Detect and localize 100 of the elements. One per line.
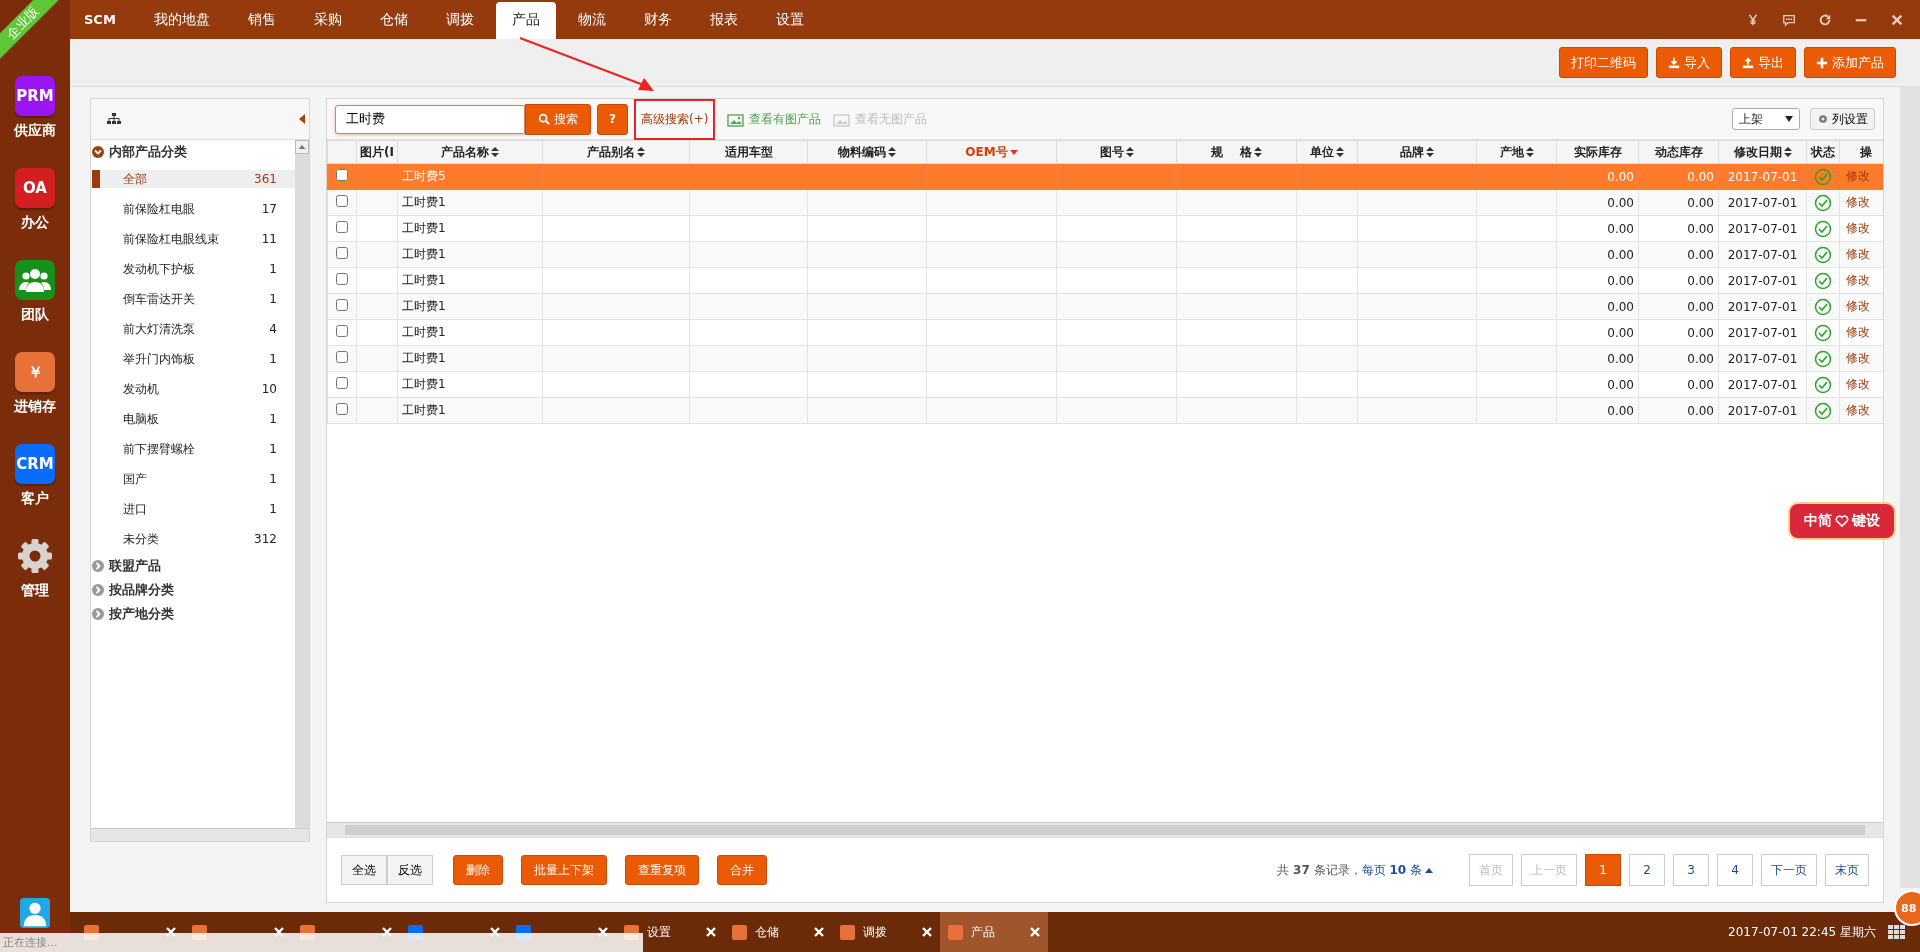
row-checkbox[interactable] — [336, 273, 348, 285]
shelf-select[interactable]: 上架 — [1732, 108, 1800, 130]
row-checkbox[interactable] — [336, 377, 348, 389]
promo-badge[interactable]: 中简 键设 — [1788, 502, 1896, 540]
refresh-icon[interactable] — [1818, 12, 1832, 27]
column-header[interactable]: OEM号 — [926, 140, 1057, 164]
category-item[interactable]: 电脑板 1 — [92, 404, 295, 434]
nav-tab[interactable]: 物流 — [561, 2, 622, 39]
toolbar-button[interactable]: 打印二维码 — [1559, 47, 1648, 78]
collapsed-chevron-icon[interactable] — [92, 608, 104, 620]
user-avatar-icon[interactable] — [20, 898, 50, 928]
table-cell[interactable]: 工时费1 — [397, 267, 543, 294]
search-field[interactable]: 工时费 — [335, 104, 525, 134]
sort-icon[interactable] — [1253, 147, 1262, 157]
category-label[interactable]: 国产 — [123, 470, 147, 488]
tree-section[interactable]: 联盟产品 — [91, 554, 295, 578]
category-item[interactable]: 进口 1 — [92, 494, 295, 524]
category-label[interactable]: 全部 — [123, 170, 147, 188]
yen-icon[interactable] — [1746, 12, 1760, 27]
page-button[interactable]: 3 — [1673, 854, 1709, 886]
action-button[interactable]: 删除 — [453, 855, 503, 885]
category-label[interactable]: 发动机下护板 — [123, 260, 195, 278]
page-button[interactable]: 末页 — [1825, 854, 1869, 886]
row-checkbox[interactable] — [336, 169, 348, 181]
scrollbar[interactable] — [327, 822, 1883, 837]
app-icon[interactable]: CRM — [15, 444, 55, 484]
row-checkbox[interactable] — [336, 299, 348, 311]
sort-icon[interactable] — [1125, 147, 1134, 157]
sort-icon[interactable] — [491, 147, 499, 157]
category-item[interactable]: 前下摆臂螺栓 1 — [92, 434, 295, 464]
people-icon[interactable] — [15, 260, 55, 300]
category-item[interactable]: 全部 361 — [92, 170, 295, 188]
search-button[interactable]: 搜索 — [525, 103, 591, 135]
page-button[interactable]: 下一页 — [1761, 854, 1817, 886]
column-header[interactable]: 产品名称 — [397, 140, 543, 164]
app-icon[interactable]: PRM — [15, 76, 55, 116]
app-label[interactable]: 管理 — [21, 582, 49, 600]
app-label[interactable]: 办公 — [21, 214, 49, 232]
category-item[interactable]: 发动机下护板 1 — [92, 254, 295, 284]
row-checkbox[interactable] — [336, 325, 348, 337]
sort-icon[interactable] — [637, 147, 645, 157]
nav-tab[interactable]: 报表 — [693, 2, 754, 39]
table-cell[interactable]: 工时费1 — [397, 319, 543, 346]
taskbar-tab[interactable]: 仓储 — [724, 912, 832, 952]
toolbar-button[interactable]: 导入 — [1656, 47, 1722, 78]
collapsed-chevron-icon[interactable] — [92, 584, 104, 596]
column-header[interactable]: 图号 — [1056, 140, 1177, 164]
section-label[interactable]: 按品牌分类 — [109, 581, 174, 599]
page-button[interactable]: 1 — [1585, 854, 1621, 886]
category-label[interactable]: 前保险杠电眼线束 — [123, 230, 219, 248]
tree-section[interactable]: 按产地分类 — [91, 602, 295, 626]
table-cell[interactable]: 工时费1 — [397, 345, 543, 372]
category-label[interactable]: 举升门内饰板 — [123, 350, 195, 368]
column-header[interactable]: 适用车型 — [689, 140, 808, 164]
close-icon[interactable] — [922, 927, 932, 937]
chat-icon[interactable] — [1782, 12, 1796, 27]
column-header[interactable]: 单位 — [1296, 140, 1358, 164]
category-label[interactable]: 发动机 — [123, 380, 159, 398]
table-cell[interactable]: 工时费1 — [397, 241, 543, 268]
scrollbar[interactable] — [295, 140, 309, 828]
column-header[interactable]: 操 — [1839, 140, 1883, 164]
table-cell[interactable]: 工时费1 — [397, 189, 543, 216]
action-button[interactable]: 查重复项 — [625, 855, 699, 885]
category-item[interactable]: 前保险杠电眼线束 11 — [92, 224, 295, 254]
tree-section[interactable]: 内部产品分类 — [91, 140, 295, 164]
column-settings-button[interactable]: 列设置 — [1810, 108, 1875, 130]
column-header[interactable]: 修改日期 — [1718, 140, 1807, 164]
select-all-button[interactable]: 全选 — [341, 855, 387, 885]
nav-tab[interactable]: 采购 — [297, 2, 358, 39]
row-checkbox[interactable] — [336, 351, 348, 363]
table-cell[interactable]: 工时费1 — [397, 293, 543, 320]
category-item[interactable]: 举升门内饰板 1 — [92, 344, 295, 374]
table-cell[interactable]: 工时费1 — [397, 371, 543, 398]
gear-icon[interactable] — [15, 536, 55, 576]
close-icon[interactable] — [1890, 12, 1904, 27]
column-header[interactable]: 实际库存 — [1556, 140, 1639, 164]
close-icon[interactable] — [706, 927, 716, 937]
page-button[interactable]: 2 — [1629, 854, 1665, 886]
sort-icon[interactable] — [1426, 147, 1434, 157]
sort-descending-icon[interactable] — [1009, 147, 1018, 157]
sort-icon[interactable] — [1783, 147, 1792, 157]
sort-icon[interactable] — [1525, 147, 1534, 157]
column-header[interactable]: 物料编码 — [807, 140, 927, 164]
category-label[interactable]: 前大灯清洗泵 — [123, 320, 195, 338]
app-grid-icon[interactable] — [1888, 925, 1906, 939]
category-label[interactable]: 前保险杠电眼 — [123, 200, 195, 218]
row-checkbox[interactable] — [336, 221, 348, 233]
expanded-chevron-icon[interactable] — [92, 146, 104, 158]
nav-tab[interactable]: 财务 — [627, 2, 688, 39]
help-button[interactable]: ? — [597, 103, 628, 135]
page-button[interactable]: 4 — [1717, 854, 1753, 886]
close-icon[interactable] — [814, 927, 824, 937]
category-item[interactable]: 前保险杠电眼 17 — [92, 194, 295, 224]
toolbar-button[interactable]: 导出 — [1730, 47, 1796, 78]
advanced-search-link[interactable]: 高级搜索(+) — [634, 98, 716, 140]
app-label[interactable]: 供应商 — [14, 122, 56, 140]
category-item[interactable]: 国产 1 — [92, 464, 295, 494]
table-cell[interactable]: 工时费1 — [397, 397, 543, 424]
row-checkbox[interactable] — [336, 403, 348, 415]
nav-tab[interactable]: 销售 — [231, 2, 292, 39]
